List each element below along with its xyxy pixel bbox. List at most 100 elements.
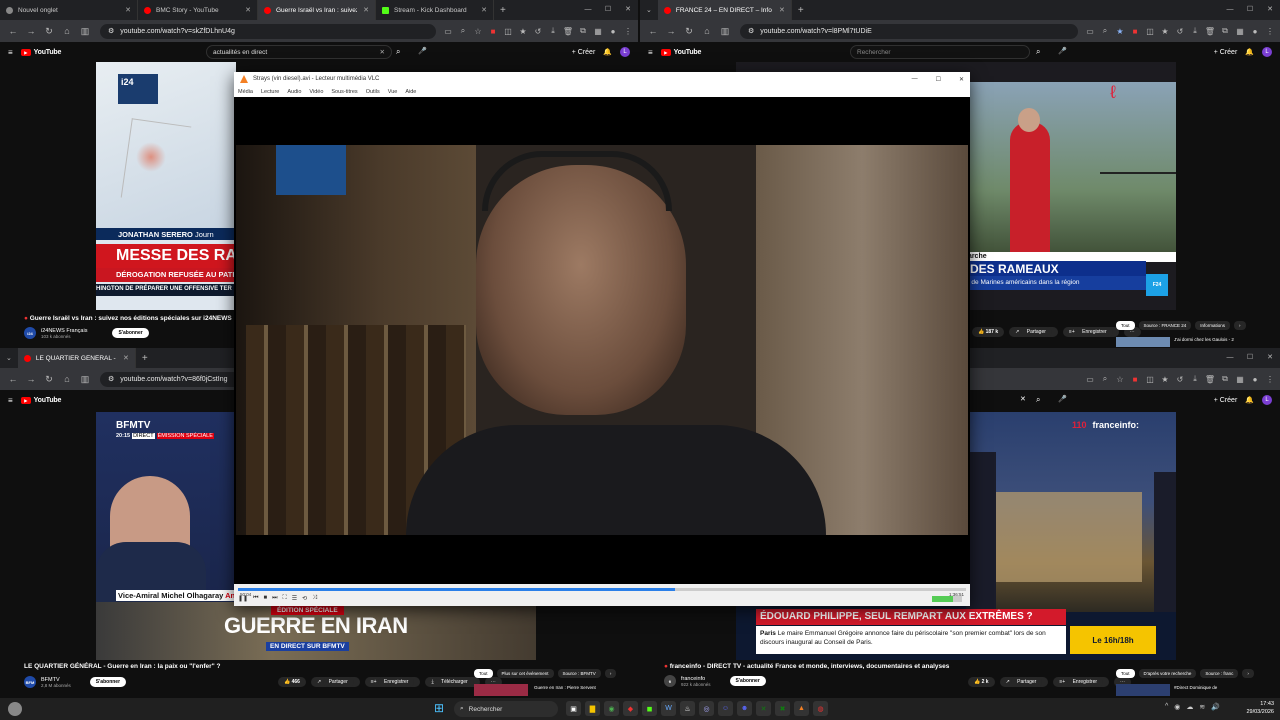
fullscreen-icon[interactable]: ⛶ (283, 595, 287, 602)
star-icon[interactable]: ☆ (472, 27, 484, 36)
channel-avatar[interactable]: i24 (24, 327, 36, 339)
media-icon[interactable]: ▦ (1234, 375, 1246, 384)
rec-title[interactable]: J'ai dormi chez les Gaulois - 2 (1174, 337, 1234, 342)
tab-quartier[interactable]: LE QUARTIER GÉNÉRAL - Guer ✕ (17, 348, 136, 368)
close-icon[interactable]: ✕ (779, 6, 785, 14)
volume-icon[interactable]: 🔊 (1211, 703, 1220, 711)
download-icon[interactable]: ⤓ (1189, 26, 1201, 36)
subscribe-button[interactable]: S'abonner (89, 677, 127, 687)
star-icon[interactable]: ☆ (1114, 375, 1126, 384)
bookmark-icon[interactable]: ★ (517, 27, 529, 36)
zoom-icon[interactable]: ⌕ (457, 26, 469, 36)
close-window-icon[interactable]: ✕ (959, 76, 964, 83)
menu-icon[interactable]: ⋮ (1264, 27, 1276, 36)
next-icon[interactable]: ⏭ (272, 595, 277, 602)
back-icon[interactable]: ← (644, 26, 662, 36)
tab-france24[interactable]: FRANCE 24 – EN DIRECT – Info ✕ (657, 0, 792, 20)
menu-tools[interactable]: Outils (366, 89, 380, 95)
address-bar[interactable]: ⚙ youtube.com/watch?v=l8PMl7tUDiE (740, 23, 1078, 39)
sidepanel-icon[interactable]: ▥ (716, 26, 734, 37)
discord-alt-icon[interactable]: ☻ (737, 701, 752, 716)
minimize-icon[interactable]: — (1220, 348, 1240, 368)
playlist-icon[interactable]: ☰ (292, 595, 297, 602)
reload-icon[interactable]: ↻ (680, 26, 698, 37)
delete-icon[interactable]: 🗑 (1204, 27, 1216, 36)
mic-icon[interactable]: 🎤 (1058, 47, 1067, 55)
download-icon[interactable]: ⤓ (1189, 374, 1201, 384)
copy-icon[interactable]: ⧉ (577, 26, 589, 36)
maximize-icon[interactable]: ☐ (936, 76, 941, 83)
media-icon[interactable]: ▦ (592, 27, 604, 36)
create-button[interactable]: + Créer (1214, 397, 1238, 404)
home-icon[interactable]: ⌂ (58, 374, 76, 384)
save-button[interactable]: ≡+ Enregistrer (1053, 677, 1110, 687)
puzzle-icon[interactable]: ◫ (1144, 375, 1156, 384)
like-button[interactable]: 👍 2 k (968, 677, 995, 687)
bell-icon[interactable]: 🔔 (603, 48, 612, 56)
chip-event[interactable]: Plus sur cet événement (496, 669, 554, 678)
rec-title[interactable]: Guerre en Iran : Pierre Servent (534, 685, 596, 690)
close-icon[interactable]: ✕ (363, 6, 369, 14)
bell-icon[interactable]: 🔔 (1245, 48, 1254, 56)
hamburger-icon[interactable]: ≡ (8, 396, 13, 405)
copy-icon[interactable]: ⧉ (1219, 26, 1231, 36)
save-button[interactable]: ≡+ Enregistrer (364, 677, 421, 687)
vlc-video-area[interactable] (234, 97, 970, 584)
menu-audio[interactable]: Audio (287, 89, 301, 95)
rec-thumbnail[interactable] (1116, 337, 1170, 347)
opera-icon[interactable]: ◍ (813, 701, 828, 716)
taskbar-search[interactable]: ⌕ Rechercher (454, 701, 558, 717)
bookmark-icon[interactable]: ★ (1159, 375, 1171, 384)
stop-icon[interactable]: ■ (263, 595, 267, 602)
close-icon[interactable]: ✕ (481, 6, 487, 14)
clock[interactable]: 17:43 29/03/2026 (1246, 700, 1274, 716)
zoom-icon[interactable]: ⌕ (1099, 374, 1111, 384)
chip-info[interactable]: Informations (1195, 321, 1231, 330)
history-icon[interactable]: ↺ (532, 27, 544, 36)
vlc-titlebar[interactable]: Strays (vin diesel).avi - Lecteur multim… (234, 72, 970, 86)
tab-new[interactable]: Nouvel onglet ✕ (0, 0, 138, 20)
chrome-icon[interactable]: ◉ (604, 701, 619, 716)
chevron-up-icon[interactable]: ^ (1165, 703, 1168, 711)
chip-source[interactable]: Source : FRANCE 24 (1138, 321, 1192, 330)
maximize-icon[interactable]: ☐ (598, 0, 618, 20)
share-button[interactable]: ↗ Partager (999, 677, 1049, 687)
channel-avatar[interactable]: fi (664, 675, 676, 687)
install-icon[interactable]: ▭ (1084, 27, 1096, 36)
new-tab-button[interactable]: + (136, 353, 154, 364)
tab-search-icon[interactable]: ⌄ (640, 6, 658, 14)
forward-icon[interactable]: → (22, 374, 40, 384)
chip-all[interactable]: Tout (1116, 321, 1135, 330)
site-info-icon[interactable]: ⚙ (108, 27, 114, 35)
menu-media[interactable]: Média (238, 89, 253, 95)
back-icon[interactable]: ← (4, 374, 22, 384)
rec-thumbnail[interactable] (474, 684, 528, 696)
back-icon[interactable]: ← (4, 26, 22, 36)
youtube-logo[interactable]: ▶ YouTube (660, 48, 701, 56)
share-button[interactable]: ↗ Partager (310, 677, 360, 687)
install-icon[interactable]: ▭ (1084, 375, 1096, 384)
windows-start-icon[interactable]: ⊞ (434, 701, 444, 715)
explorer-icon[interactable]: ▇ (585, 701, 600, 716)
home-icon[interactable]: ⌂ (698, 26, 716, 36)
network-icon[interactable]: ◉ (1174, 703, 1180, 711)
download-button[interactable]: ⤓ Télécharger (425, 677, 480, 687)
video-i24[interactable]: i24 JONATHAN SERERO Journ MESSE DES RAME… (96, 62, 236, 310)
mic-icon[interactable]: 🎤 (1058, 395, 1067, 403)
like-button[interactable]: 👍 466 (278, 677, 306, 687)
menu-icon[interactable]: ⋮ (1264, 375, 1276, 384)
like-button[interactable]: 👍 187 k (972, 327, 1005, 337)
cloud-icon[interactable]: ☁ (1186, 703, 1193, 711)
previous-icon[interactable]: ⏮ (253, 595, 258, 602)
tab-bmc[interactable]: BMC Story - YouTube ✕ (138, 0, 258, 20)
channel-avatar[interactable]: BFM (24, 676, 36, 688)
xbox-bar-icon[interactable]: ✖ (775, 701, 790, 716)
download-icon[interactable]: ⤓ (547, 26, 559, 36)
shuffle-icon[interactable]: ⤨ (312, 595, 317, 602)
new-tab-button[interactable]: + (792, 5, 810, 16)
puzzle-icon[interactable]: ◫ (1144, 27, 1156, 36)
extension-icon[interactable]: ■ (487, 27, 499, 36)
maximize-icon[interactable]: ☐ (1240, 0, 1260, 20)
close-window-icon[interactable]: ✕ (1260, 348, 1280, 368)
minimize-icon[interactable]: — (1220, 0, 1240, 20)
